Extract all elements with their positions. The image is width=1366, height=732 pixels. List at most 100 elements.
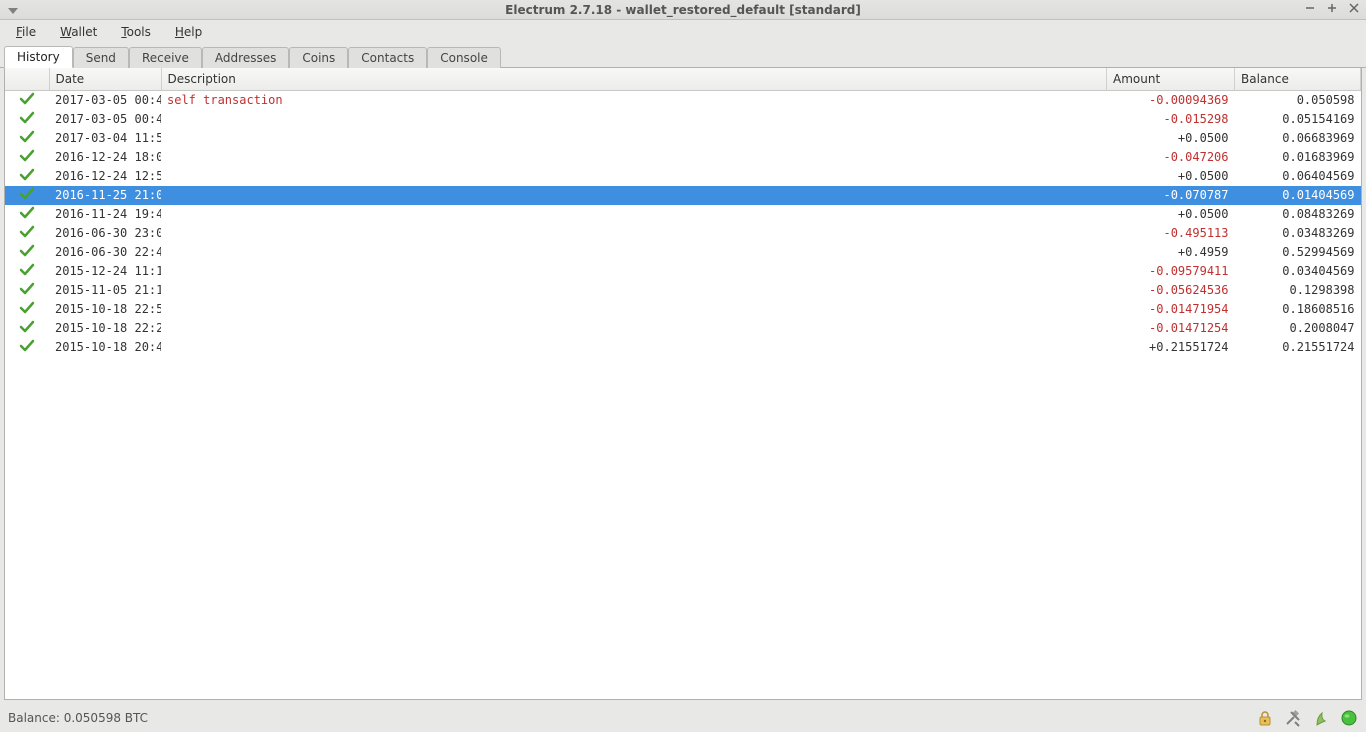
- cell-balance: 0.52994569: [1235, 243, 1361, 262]
- app-menu-icon[interactable]: [6, 3, 20, 17]
- table-row[interactable]: 2015-10-18 22:28-0.014712540.2008047: [5, 319, 1361, 338]
- menu-tools[interactable]: Tools: [111, 23, 161, 41]
- cell-amount: -0.00094369: [1107, 90, 1235, 110]
- cell-amount: -0.05624536: [1107, 281, 1235, 300]
- cell-description: [161, 319, 1107, 338]
- confirm-icon: [5, 224, 49, 243]
- cell-balance: 0.08483269: [1235, 205, 1361, 224]
- header-balance[interactable]: Balance: [1235, 68, 1361, 90]
- menu-wallet[interactable]: Wallet: [50, 23, 107, 41]
- confirm-icon: [5, 167, 49, 186]
- table-row[interactable]: 2016-12-24 18:03-0.0472060.01683969: [5, 148, 1361, 167]
- cell-amount: +0.0500: [1107, 129, 1235, 148]
- history-panel: Date Description Amount Balance 2017-03-…: [4, 68, 1362, 700]
- confirm-icon: [5, 319, 49, 338]
- tab-send[interactable]: Send: [73, 47, 129, 68]
- cell-description: [161, 186, 1107, 205]
- confirm-icon: [5, 281, 49, 300]
- cell-description: [161, 262, 1107, 281]
- seed-icon[interactable]: [1312, 709, 1330, 727]
- confirm-icon: [5, 110, 49, 129]
- cell-balance: 0.05154169: [1235, 110, 1361, 129]
- cell-description: [161, 148, 1107, 167]
- cell-balance: 0.01404569: [1235, 186, 1361, 205]
- table-row[interactable]: 2015-10-18 22:59-0.014719540.18608516: [5, 300, 1361, 319]
- maximize-button[interactable]: [1326, 2, 1338, 14]
- cell-amount: +0.0500: [1107, 167, 1235, 186]
- tab-console[interactable]: Console: [427, 47, 501, 68]
- cell-date: 2015-12-24 11:17: [49, 262, 161, 281]
- cell-amount: -0.09579411: [1107, 262, 1235, 281]
- cell-description: [161, 300, 1107, 319]
- cell-balance: 0.03404569: [1235, 262, 1361, 281]
- cell-date: 2017-03-05 00:40: [49, 90, 161, 110]
- confirm-icon: [5, 148, 49, 167]
- lock-icon[interactable]: [1256, 709, 1274, 727]
- cell-date: 2016-12-24 12:51: [49, 167, 161, 186]
- cell-date: 2016-06-30 23:06: [49, 224, 161, 243]
- cell-description: [161, 224, 1107, 243]
- cell-amount: +0.21551724: [1107, 338, 1235, 357]
- table-row[interactable]: 2017-03-05 00:40 -0.0152980.05154169: [5, 110, 1361, 129]
- cell-amount: -0.01471254: [1107, 319, 1235, 338]
- menu-file[interactable]: File: [6, 23, 46, 41]
- cell-description: [161, 243, 1107, 262]
- window-controls: [1304, 2, 1360, 14]
- confirm-icon: [5, 243, 49, 262]
- table-row[interactable]: 2015-11-05 21:16 -0.056245360.1298398: [5, 281, 1361, 300]
- table-row[interactable]: 2017-03-04 11:54+0.05000.06683969: [5, 129, 1361, 148]
- cell-balance: 0.050598: [1235, 90, 1361, 110]
- cell-description: [161, 110, 1107, 129]
- menubar: File Wallet Tools Help: [0, 20, 1366, 44]
- cell-balance: 0.03483269: [1235, 224, 1361, 243]
- table-row[interactable]: 2016-11-24 19:48 +0.05000.08483269: [5, 205, 1361, 224]
- cell-date: 2015-10-18 20:44: [49, 338, 161, 357]
- titlebar: Electrum 2.7.18 - wallet_restored_defaul…: [0, 0, 1366, 20]
- confirm-icon: [5, 205, 49, 224]
- cell-amount: -0.015298: [1107, 110, 1235, 129]
- cell-date: 2016-12-24 18:03: [49, 148, 161, 167]
- network-status-icon[interactable]: [1340, 709, 1358, 727]
- cell-description: [161, 205, 1107, 224]
- header-description[interactable]: Description: [161, 68, 1107, 90]
- confirm-icon: [5, 129, 49, 148]
- confirm-icon: [5, 90, 49, 110]
- cell-date: 2017-03-05 00:40: [49, 110, 161, 129]
- preferences-icon[interactable]: [1284, 709, 1302, 727]
- tab-receive[interactable]: Receive: [129, 47, 202, 68]
- tab-coins[interactable]: Coins: [289, 47, 348, 68]
- balance-label: Balance: 0.050598 BTC: [8, 711, 148, 725]
- table-row[interactable]: 2016-12-24 12:51 +0.05000.06404569: [5, 167, 1361, 186]
- cell-description: [161, 338, 1107, 357]
- tab-addresses[interactable]: Addresses: [202, 47, 289, 68]
- tab-contacts[interactable]: Contacts: [348, 47, 427, 68]
- table-row[interactable]: 2015-10-18 20:44+0.215517240.21551724: [5, 338, 1361, 357]
- cell-balance: 0.1298398: [1235, 281, 1361, 300]
- table-row[interactable]: 2016-06-30 22:49+0.49590.52994569: [5, 243, 1361, 262]
- confirm-icon: [5, 262, 49, 281]
- cell-description: self transaction: [161, 90, 1107, 110]
- window-title: Electrum 2.7.18 - wallet_restored_defaul…: [0, 3, 1366, 17]
- cell-balance: 0.01683969: [1235, 148, 1361, 167]
- table-row[interactable]: 2015-12-24 11:17 -0.095794110.03404569: [5, 262, 1361, 281]
- cell-date: 2016-11-24 19:48: [49, 205, 161, 224]
- minimize-button[interactable]: [1304, 2, 1316, 14]
- table-header-row: Date Description Amount Balance: [5, 68, 1361, 90]
- history-table: Date Description Amount Balance 2017-03-…: [5, 68, 1361, 357]
- header-amount[interactable]: Amount: [1107, 68, 1235, 90]
- cell-balance: 0.06404569: [1235, 167, 1361, 186]
- table-row[interactable]: 2016-11-25 21:06-0.0707870.01404569: [5, 186, 1361, 205]
- menu-help[interactable]: Help: [165, 23, 212, 41]
- table-row[interactable]: 2016-06-30 23:06 -0.4951130.03483269: [5, 224, 1361, 243]
- header-date[interactable]: Date: [49, 68, 161, 90]
- table-row[interactable]: 2017-03-05 00:40self transaction-0.00094…: [5, 90, 1361, 110]
- confirm-icon: [5, 338, 49, 357]
- cell-date: 2015-11-05 21:16: [49, 281, 161, 300]
- cell-description: [161, 281, 1107, 300]
- cell-amount: -0.495113: [1107, 224, 1235, 243]
- cell-balance: 0.06683969: [1235, 129, 1361, 148]
- tab-history[interactable]: History: [4, 46, 73, 68]
- header-status[interactable]: [5, 68, 49, 90]
- close-button[interactable]: [1348, 2, 1360, 14]
- cell-amount: +0.0500: [1107, 205, 1235, 224]
